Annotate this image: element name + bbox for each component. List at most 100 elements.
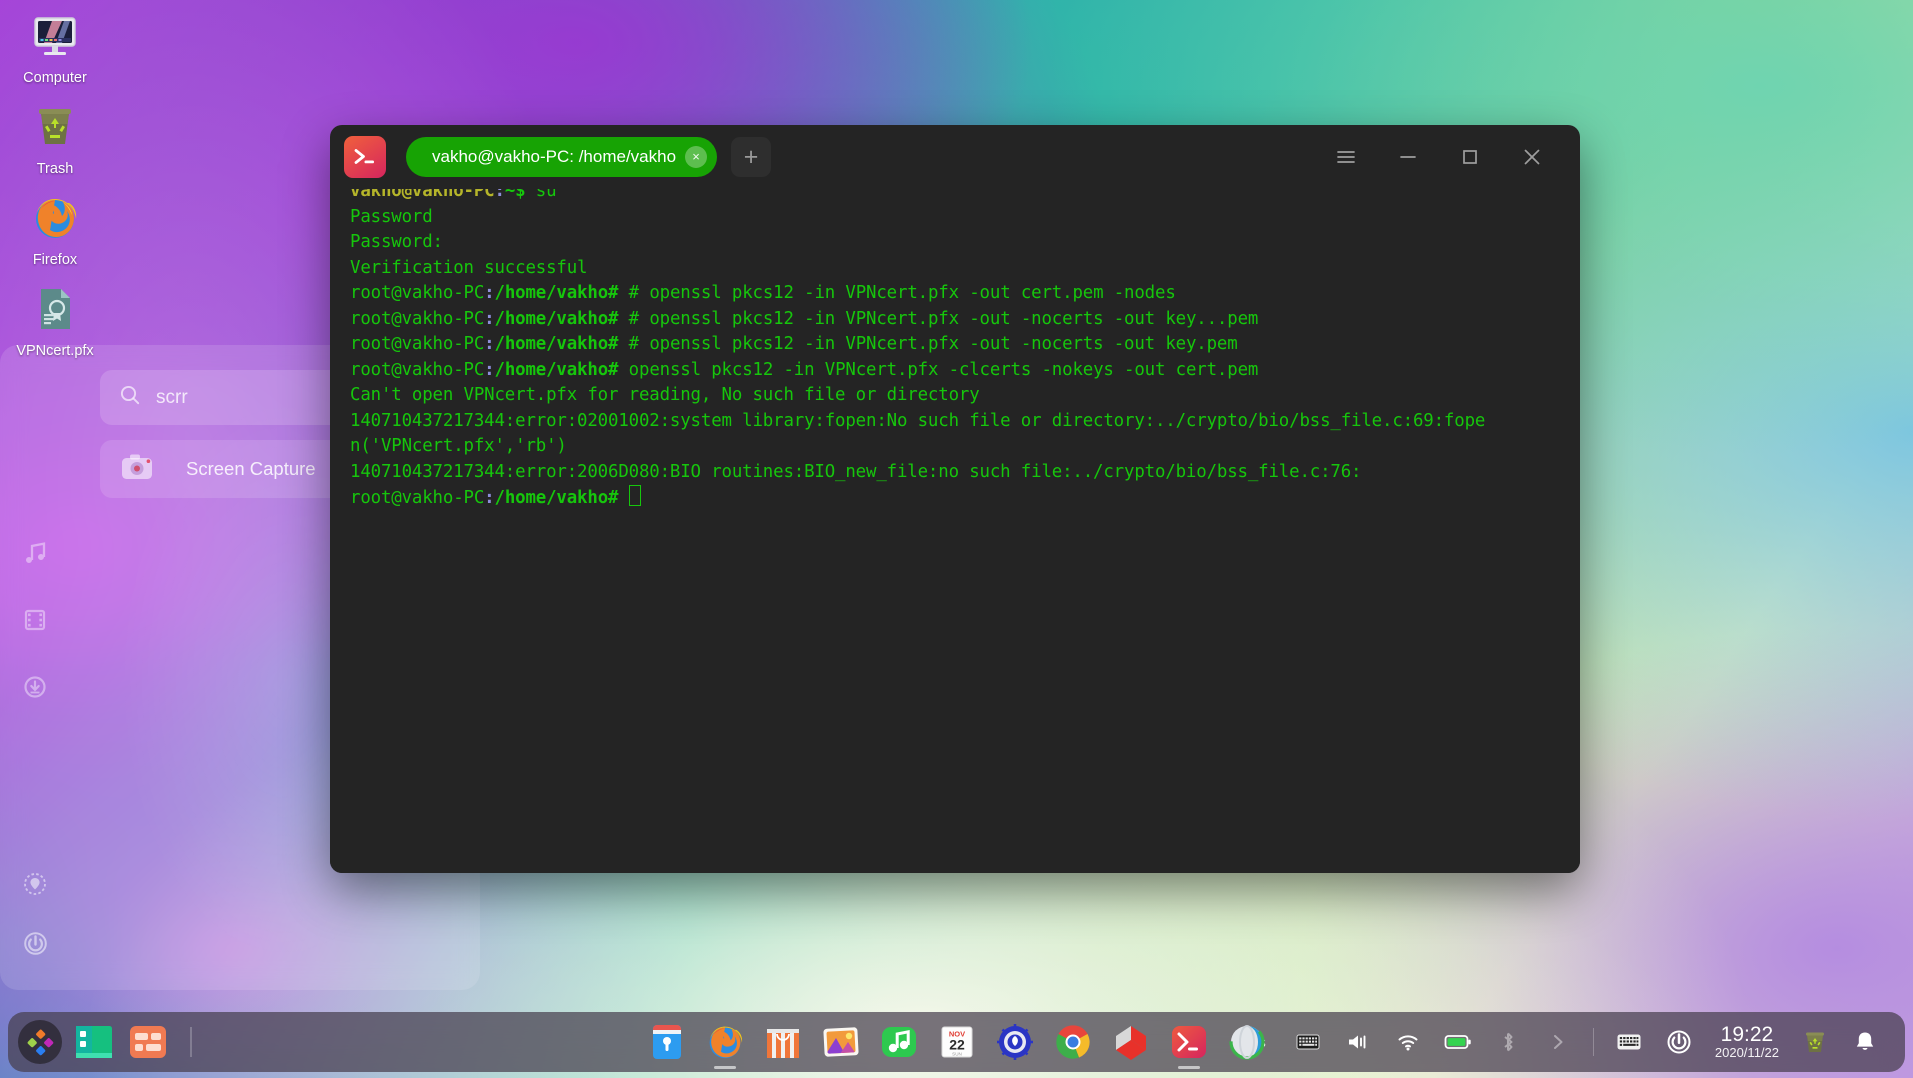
keyboard-icon[interactable]: [1284, 1022, 1332, 1062]
terminal-line: root@vakho-PC:/home/vakho# openssl pkcs1…: [350, 358, 1576, 384]
dock-store[interactable]: [761, 1020, 805, 1064]
terminal-command: # openssl pkcs12 -in VPNcert.pfx -out ce…: [618, 283, 1175, 303]
dock-sublime[interactable]: [1109, 1020, 1153, 1064]
terminal-line: 140710437217344:error:02001002:system li…: [350, 409, 1576, 435]
computer-icon: [27, 8, 83, 64]
desktop-icon-trash[interactable]: Trash: [0, 99, 110, 178]
overlay-side-icons: [22, 540, 48, 705]
terminal-command: openssl pkcs12 -in VPNcert.pfx -clcerts …: [618, 360, 1258, 380]
terminal-prompt-path: /home/vakho: [495, 360, 609, 380]
terminal-output-area[interactable]: vakho@vakho-PC:~$ suPasswordPassword:Ver…: [330, 189, 1580, 873]
wifi-icon[interactable]: [1384, 1022, 1432, 1062]
dock-browser[interactable]: [1225, 1020, 1269, 1064]
terminal-cursor: [629, 485, 641, 506]
terminal-prompt-sep: :: [494, 189, 504, 201]
taskbar: NOV 22 SUN: [8, 1012, 1905, 1072]
dock-settings[interactable]: [993, 1020, 1037, 1064]
svg-text:22: 22: [949, 1037, 965, 1053]
start-menu-icon[interactable]: [18, 1020, 62, 1064]
running-indicator: [1178, 1066, 1200, 1069]
tray-power-icon[interactable]: [1655, 1022, 1703, 1062]
desktop-icon-firefox[interactable]: Firefox: [0, 190, 110, 269]
terminal-prompt-user: root@vakho-PC: [350, 488, 484, 508]
terminal-prompt-icon: [344, 136, 386, 178]
trash-icon: [27, 99, 83, 155]
battery-icon[interactable]: [1434, 1022, 1482, 1062]
dock: NOV 22 SUN: [645, 1020, 1269, 1064]
terminal-tab[interactable]: vakho@vakho-PC: /home/vakho ×: [406, 137, 717, 177]
terminal-prompt-path: /home/vakho: [495, 283, 609, 303]
maximize-icon[interactable]: [1448, 135, 1492, 179]
terminal-prompt-path: ~: [505, 189, 515, 201]
desktop-icon-label: VPNcert.pfx: [15, 342, 95, 360]
bell-icon[interactable]: [1841, 1022, 1889, 1062]
dock-firefox[interactable]: [703, 1020, 747, 1064]
terminal-prompt-sep: :: [484, 360, 494, 380]
clock[interactable]: 19:22 2020/11/22: [1705, 1024, 1789, 1060]
dock-calendar[interactable]: NOV 22 SUN: [935, 1020, 979, 1064]
terminal-command: [618, 488, 628, 508]
new-tab-button[interactable]: +: [731, 137, 771, 177]
dock-terminal[interactable]: [1167, 1020, 1211, 1064]
terminal-prompt-user: root@vakho-PC: [350, 360, 484, 380]
chevron-right-icon[interactable]: [1534, 1022, 1582, 1062]
system-tray: us: [1234, 1022, 1895, 1062]
terminal-command: su: [525, 189, 556, 201]
dock-photos[interactable]: [819, 1020, 863, 1064]
dock-chrome[interactable]: [1051, 1020, 1095, 1064]
tray-trash-icon[interactable]: [1791, 1022, 1839, 1062]
film-icon[interactable]: [22, 607, 48, 638]
terminal-prompt-symbol: #: [608, 283, 618, 303]
desktop-icon-computer[interactable]: Computer: [0, 8, 110, 87]
terminal-line: Verification successful: [350, 256, 1576, 282]
taskbar-window-app-grid[interactable]: [126, 1020, 170, 1064]
terminal-prompt-user: vakho@vakho-PC: [350, 189, 494, 201]
terminal-text: vakho@vakho-PC:~$ suPasswordPassword:Ver…: [350, 189, 1576, 512]
terminal-line: root@vakho-PC:/home/vakho#: [350, 485, 1576, 512]
firefox-icon: [27, 190, 83, 246]
power-icon[interactable]: [22, 930, 49, 962]
search-result-label: Screen Capture: [186, 458, 316, 480]
terminal-prompt-symbol: #: [608, 309, 618, 329]
tab-close-icon[interactable]: ×: [685, 146, 707, 168]
terminal-prompt-sep: :: [484, 309, 494, 329]
terminal-line: n('VPNcert.pfx','rb'): [350, 434, 1576, 460]
overlay-bottom-icons: [22, 871, 49, 962]
desktop-icon-label: Computer: [15, 69, 95, 87]
volume-icon[interactable]: [1334, 1022, 1382, 1062]
osk-icon[interactable]: [1605, 1022, 1653, 1062]
terminal-prompt-user: root@vakho-PC: [350, 334, 484, 354]
hamburger-icon[interactable]: [1324, 135, 1368, 179]
minimize-icon[interactable]: [1386, 135, 1430, 179]
settings-icon[interactable]: [22, 871, 49, 902]
terminal-line: Password:: [350, 230, 1576, 256]
terminal-prompt-sep: :: [484, 334, 494, 354]
search-icon: [118, 383, 142, 412]
desktop: Computer Trash: [0, 0, 1913, 1078]
terminal-line: root@vakho-PC:/home/vakho# # openssl pkc…: [350, 281, 1576, 307]
clock-time: 19:22: [1721, 1024, 1774, 1046]
bluetooth-icon[interactable]: [1484, 1022, 1532, 1062]
terminal-prompt-symbol: #: [608, 488, 618, 508]
desktop-icon-vpncert[interactable]: VPNcert.pfx: [0, 281, 110, 360]
close-icon[interactable]: [1510, 135, 1554, 179]
svg-text:SUN: SUN: [952, 1052, 962, 1057]
terminal-window[interactable]: vakho@vakho-PC: /home/vakho × +: [330, 125, 1580, 873]
terminal-line: root@vakho-PC:/home/vakho# # openssl pkc…: [350, 307, 1576, 333]
music-icon[interactable]: [22, 540, 48, 571]
terminal-line: vakho@vakho-PC:~$ su: [350, 189, 1576, 205]
dock-music[interactable]: [877, 1020, 921, 1064]
terminal-prompt-path: /home/vakho: [495, 309, 609, 329]
terminal-prompt-user: root@vakho-PC: [350, 309, 484, 329]
taskbar-window-terminal[interactable]: [72, 1020, 116, 1064]
dock-files[interactable]: [645, 1020, 689, 1064]
terminal-command: # openssl pkcs12 -in VPNcert.pfx -out -n…: [618, 309, 1258, 329]
window-controls: [1324, 135, 1570, 179]
terminal-command: # openssl pkcs12 -in VPNcert.pfx -out -n…: [618, 334, 1237, 354]
terminal-titlebar[interactable]: vakho@vakho-PC: /home/vakho × +: [330, 125, 1580, 189]
running-indicator: [714, 1066, 736, 1069]
tray-separator: [1593, 1028, 1594, 1056]
terminal-prompt-path: /home/vakho: [495, 334, 609, 354]
download-icon[interactable]: [22, 674, 48, 705]
terminal-prompt-user: root@vakho-PC: [350, 283, 484, 303]
